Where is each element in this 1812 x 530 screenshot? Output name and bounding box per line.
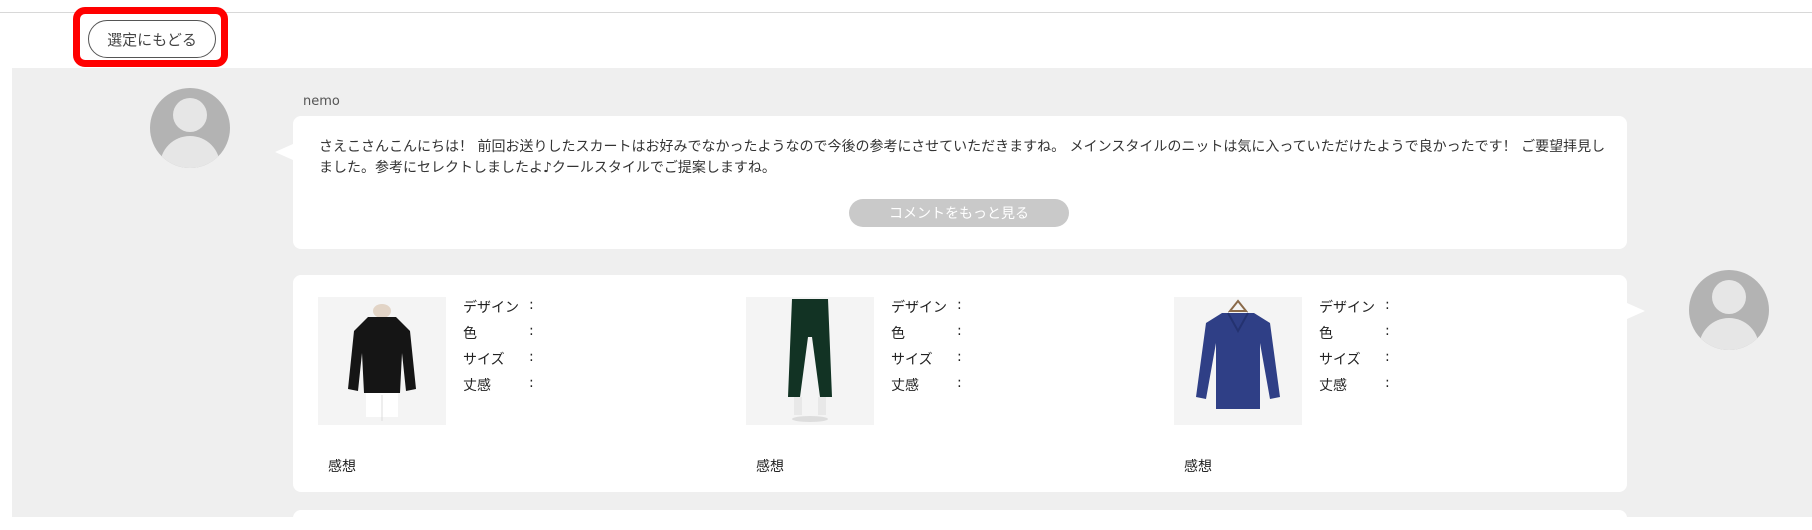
- feedback-item: デザイン : 色 : サイズ : 丈感 : 感想: [746, 297, 1166, 475]
- attribute-row-color: 色 :: [1319, 323, 1390, 342]
- back-to-selection-button[interactable]: 選定にもどる: [88, 20, 216, 58]
- attribute-row-color: 色 :: [891, 323, 962, 342]
- feedback-item: デザイン : 色 : サイズ : 丈感 : 感想: [1174, 297, 1594, 475]
- attribute-row-design: デザイン :: [891, 297, 962, 316]
- feedback-item: デザイン : 色 : サイズ : 丈感 : 感想: [318, 297, 738, 475]
- attribute-row-design: デザイン :: [1319, 297, 1390, 316]
- impression-label: 感想: [328, 459, 356, 475]
- stylist-username: nemo: [303, 94, 340, 109]
- feedback-attributes: デザイン : 色 : サイズ : 丈感 :: [1319, 297, 1401, 401]
- attribute-row-length: 丈感 :: [463, 375, 534, 394]
- attribute-row-design: デザイン :: [463, 297, 534, 316]
- next-message-bubble: [293, 510, 1627, 530]
- attribute-row-size: サイズ :: [891, 349, 962, 368]
- more-comments-button[interactable]: コメントをもっと見る: [849, 199, 1069, 227]
- attribute-row-size: サイズ :: [463, 349, 534, 368]
- user-avatar: [1689, 270, 1769, 350]
- impression-label: 感想: [756, 459, 784, 475]
- green-pants-icon: [746, 297, 874, 425]
- feedback-attributes: デザイン : 色 : サイズ : 丈感 :: [463, 297, 545, 401]
- attribute-row-size: サイズ :: [1319, 349, 1390, 368]
- attribute-row-color: 色 :: [463, 323, 534, 342]
- more-comments-label: コメントをもっと見る: [889, 206, 1029, 222]
- impression-label: 感想: [1184, 459, 1212, 475]
- top-divider: [0, 12, 1812, 13]
- back-button-label: 選定にもどる: [107, 30, 197, 49]
- stylist-avatar: [150, 88, 230, 168]
- attribute-row-length: 丈感 :: [1319, 375, 1390, 394]
- stylist-comment-text: さえこさんこんにちは！ 前回お送りしたスカートはお好みでなかったようなので今後の…: [319, 139, 1606, 176]
- feedback-attributes: デザイン : 色 : サイズ : 丈感 :: [891, 297, 973, 401]
- black-sweater-icon: [318, 297, 446, 425]
- navy-sweater-icon: [1174, 297, 1302, 425]
- feedback-bubble: デザイン : 色 : サイズ : 丈感 : 感想 デザイン: 色: サイズ …: [293, 275, 1645, 492]
- attribute-row-length: 丈感 :: [891, 375, 962, 394]
- stylist-comment-bubble: さえこさんこんにちは！ 前回お送りしたスカートはお好みでなかったようなので今後の…: [275, 116, 1627, 249]
